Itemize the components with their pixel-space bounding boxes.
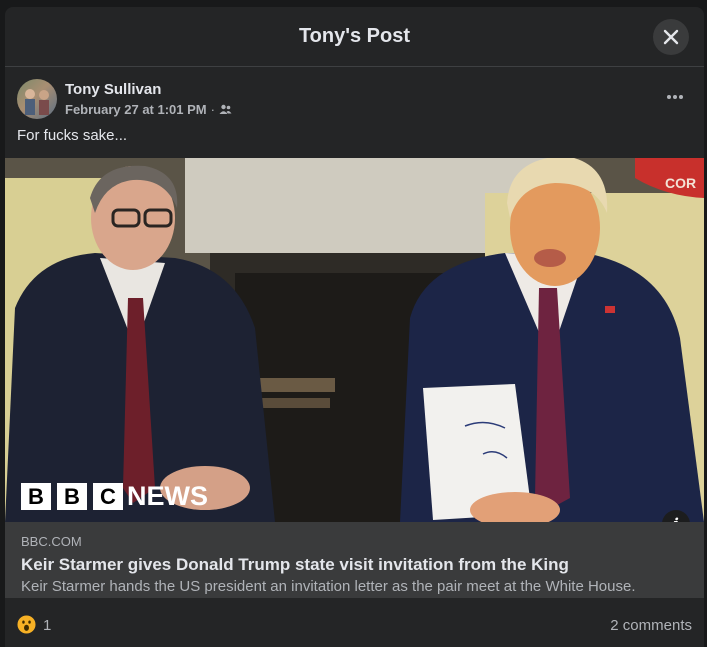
close-icon [663, 29, 679, 45]
link-preview-image[interactable]: COR B B C NEWS [5, 158, 704, 522]
svg-text:NEWS: NEWS [127, 481, 208, 511]
wow-reaction-icon[interactable] [17, 615, 36, 634]
bbc-news-logo: B B C NEWS [21, 481, 208, 511]
dialog-header: Tony's Post [5, 7, 704, 67]
post-date[interactable]: February 27 at 1:01 PM [65, 102, 207, 117]
link-description: Keir Starmer hands the US president an i… [21, 578, 636, 595]
link-domain: BBC.COM [21, 534, 82, 549]
svg-text:COR: COR [665, 175, 696, 191]
svg-text:B: B [64, 484, 80, 509]
more-dots-icon [667, 95, 683, 99]
author-name[interactable]: Tony Sullivan [65, 81, 161, 98]
post-dialog: Tony's Post Tony Sullivan February 27 at… [5, 7, 704, 647]
link-preview-details[interactable]: BBC.COM Keir Starmer gives Donald Trump … [5, 522, 704, 598]
close-button[interactable] [653, 19, 689, 55]
comments-count[interactable]: 2 comments [610, 617, 692, 634]
svg-text:C: C [100, 484, 116, 509]
friends-icon[interactable] [219, 104, 232, 115]
reaction-count[interactable]: 1 [43, 617, 51, 634]
dialog-title: Tony's Post [298, 25, 411, 47]
post-meta: February 27 at 1:01 PM · [65, 102, 232, 117]
link-title[interactable]: Keir Starmer gives Donald Trump state vi… [21, 555, 569, 575]
svg-text:B: B [28, 484, 44, 509]
post-header: Tony Sullivan February 27 at 1:01 PM · [5, 67, 704, 123]
meta-separator: · [210, 102, 215, 117]
avatar[interactable] [17, 79, 57, 119]
more-options-button[interactable] [666, 87, 684, 101]
post-text: For fucks sake... [17, 127, 128, 144]
info-icon: i [673, 515, 679, 522]
